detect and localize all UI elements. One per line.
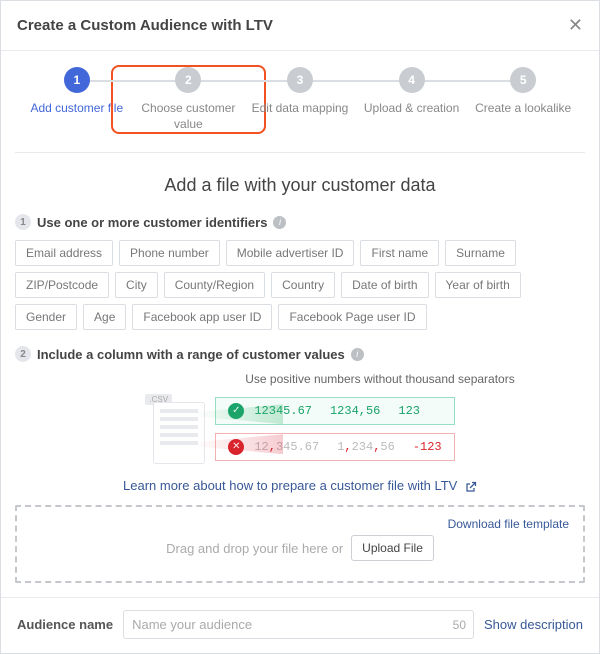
chip-surname[interactable]: Surname (445, 240, 516, 266)
step-label: Edit data mapping (252, 101, 349, 117)
learn-more-text: Learn more about how to prepare a custom… (123, 478, 457, 493)
step-number-icon: 4 (399, 67, 425, 93)
step-choose-customer-value[interactable]: 2 Choose customer value (133, 67, 245, 132)
hint-text: Use positive numbers without thousand se… (15, 372, 585, 386)
learn-more-link-row: Learn more about how to prepare a custom… (15, 478, 585, 493)
stepper-line (300, 80, 412, 82)
modal-footer: Audience name 50 Show description (1, 597, 599, 653)
chip-city[interactable]: City (115, 272, 158, 298)
modal-body: 1 Add customer file 2 Choose customer va… (1, 51, 599, 597)
example-block: .CSV ✓ 12345.67 1234,56 123 ✕ 1 (15, 394, 585, 464)
chip-zip[interactable]: ZIP/Postcode (15, 272, 109, 298)
step-badge-1: 1 (15, 214, 31, 230)
example-value: -123 (413, 440, 442, 454)
step-add-customer-file[interactable]: 1 Add customer file (21, 67, 133, 117)
subhead-text: Use one or more customer identifiers (37, 215, 267, 230)
stepper-line (412, 80, 524, 82)
info-icon[interactable]: i (351, 348, 364, 361)
step-badge-2: 2 (15, 346, 31, 362)
step-edit-data-mapping[interactable]: 3 Edit data mapping (244, 67, 356, 117)
download-template-link[interactable]: Download file template (448, 517, 569, 531)
identifier-chips: Email address Phone number Mobile advert… (15, 240, 585, 330)
step-number-icon: 2 (175, 67, 201, 93)
audience-name-input[interactable] (123, 610, 474, 639)
char-count: 50 (453, 618, 466, 632)
dropzone-text: Drag and drop your file here or (166, 541, 343, 556)
example-value: 123 (398, 404, 420, 418)
example-value: 1,234,56 (337, 440, 395, 454)
chip-fb-page-user-id[interactable]: Facebook Page user ID (278, 304, 426, 330)
step-number-icon: 3 (287, 67, 313, 93)
info-icon[interactable]: i (273, 216, 286, 229)
chip-age[interactable]: Age (83, 304, 126, 330)
file-dropzone[interactable]: Download file template Drag and drop you… (15, 505, 585, 583)
show-description-link[interactable]: Show description (484, 617, 583, 632)
step-upload-creation[interactable]: 4 Upload & creation (356, 67, 468, 117)
step-number-icon: 5 (510, 67, 536, 93)
stepper-line (77, 80, 189, 82)
external-link-icon (465, 481, 477, 493)
modal-custom-audience-ltv: Create a Custom Audience with LTV ✕ 1 Ad… (0, 0, 600, 654)
step-label: Add customer file (30, 101, 123, 117)
section-title: Add a file with your customer data (15, 175, 585, 196)
upload-file-button[interactable]: Upload File (351, 535, 434, 561)
chip-phone[interactable]: Phone number (119, 240, 220, 266)
subhead-text: Include a column with a range of custome… (37, 347, 345, 362)
subhead-customer-values: 2 Include a column with a range of custo… (15, 346, 585, 362)
chip-country[interactable]: Country (271, 272, 335, 298)
example-value: 1234,56 (330, 404, 380, 418)
modal-header: Create a Custom Audience with LTV ✕ (1, 1, 599, 51)
stepper-line (188, 80, 300, 82)
audience-name-label: Audience name (17, 617, 113, 632)
subhead-identifiers: 1 Use one or more customer identifiers i (15, 214, 585, 230)
learn-more-link[interactable]: Learn more about how to prepare a custom… (123, 478, 477, 493)
step-label: Upload & creation (364, 101, 459, 117)
chip-dob[interactable]: Date of birth (341, 272, 428, 298)
modal-title: Create a Custom Audience with LTV (17, 17, 273, 34)
chip-fb-app-user-id[interactable]: Facebook app user ID (132, 304, 272, 330)
chip-yob[interactable]: Year of birth (435, 272, 521, 298)
example-rows: ✓ 12345.67 1234,56 123 ✕ 12,345.67 1,234… (215, 397, 454, 461)
stepper: 1 Add customer file 2 Choose customer va… (15, 51, 585, 153)
chip-mobile-advertiser-id[interactable]: Mobile advertiser ID (226, 240, 355, 266)
step-create-lookalike[interactable]: 5 Create a lookalike (467, 67, 579, 117)
chip-gender[interactable]: Gender (15, 304, 77, 330)
close-icon[interactable]: ✕ (568, 15, 583, 36)
csv-file-icon: .CSV (145, 394, 205, 464)
chip-county-region[interactable]: County/Region (164, 272, 265, 298)
step-label: Choose customer value (138, 101, 238, 132)
chip-email[interactable]: Email address (15, 240, 113, 266)
chip-first-name[interactable]: First name (360, 240, 439, 266)
step-number-icon: 1 (64, 67, 90, 93)
step-label: Create a lookalike (475, 101, 571, 117)
